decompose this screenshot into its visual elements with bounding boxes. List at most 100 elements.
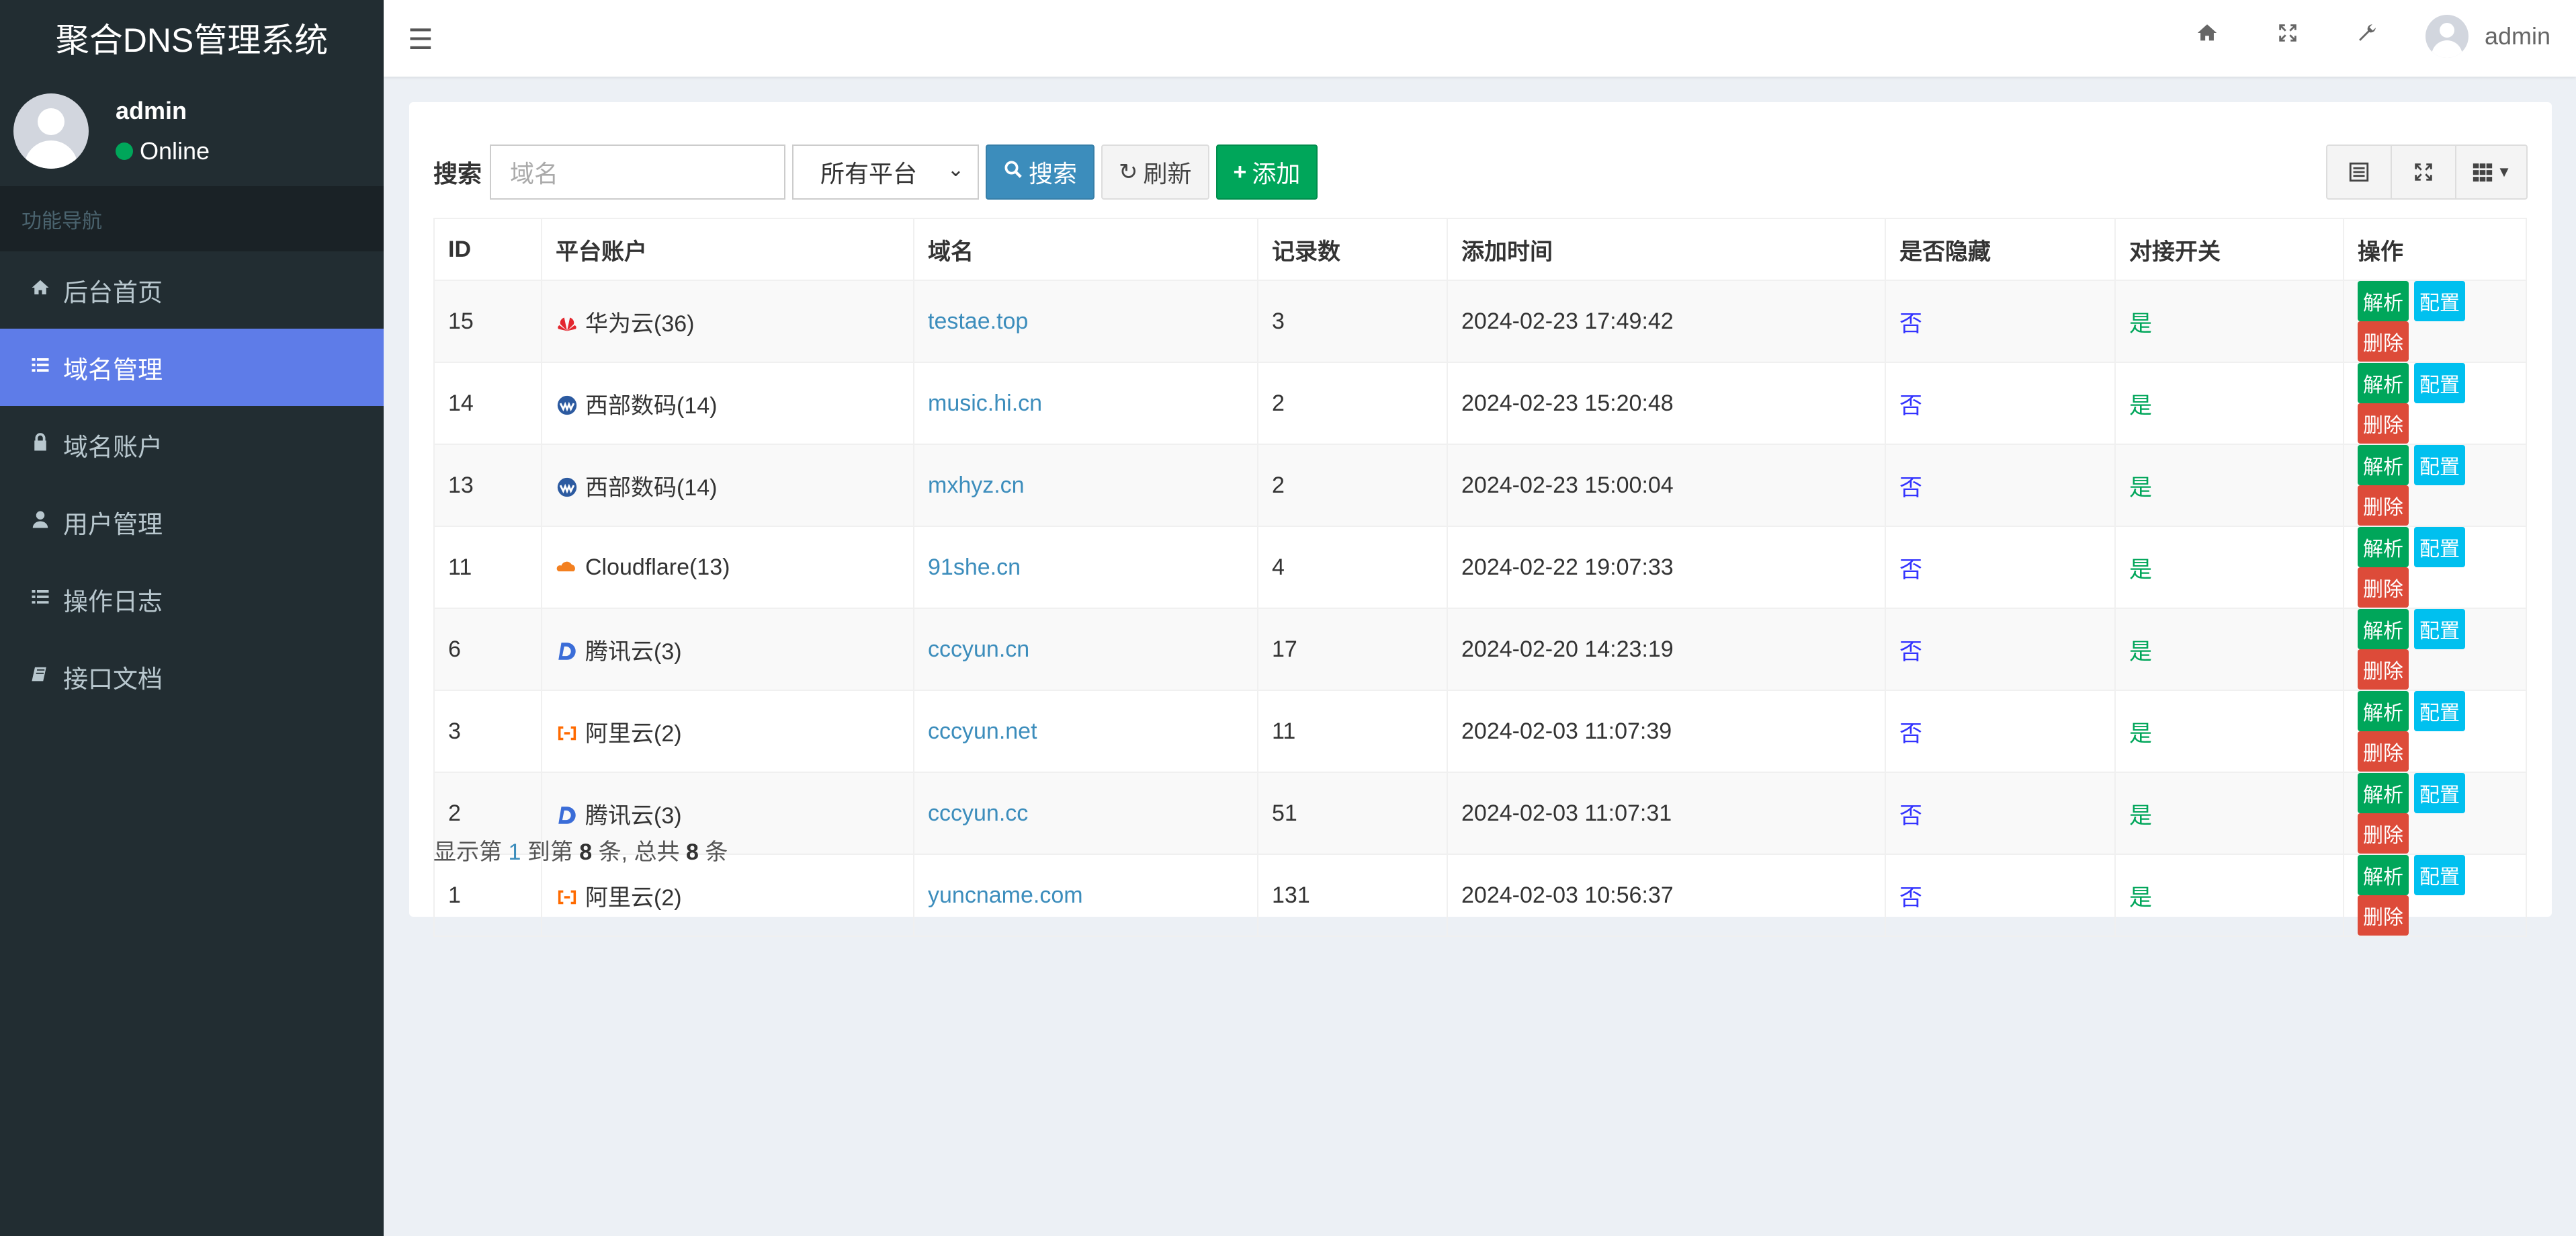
sidebar-item-2[interactable]: 域名管理	[0, 329, 384, 406]
sidebar-item-4[interactable]: 用户管理	[0, 483, 384, 561]
row-id: 6	[448, 636, 461, 662]
config-button[interactable]: 配置	[2414, 773, 2465, 813]
config-button[interactable]: 配置	[2414, 527, 2465, 567]
row-domain-link[interactable]: mxhyz.cn	[928, 472, 1025, 498]
resolve-button[interactable]: 解析	[2358, 609, 2409, 649]
table-tools: ▼	[2326, 145, 2528, 200]
config-button[interactable]: 配置	[2414, 363, 2465, 403]
row-domain-link[interactable]: 91she.cn	[928, 554, 1021, 580]
row-hidden-status: 否	[1899, 311, 1922, 337]
column-header[interactable]: ID	[433, 218, 542, 281]
table-row: 6 腾讯云(3) cccyun.cn 17 2024-02-20 14:23:19 否 是 解…	[433, 608, 2527, 691]
row-domain-link[interactable]: cccyun.net	[928, 718, 1037, 744]
table-header-row: ID 平台账户 域名 记录数 添加时间 是否隐藏 对接开关 操作	[433, 218, 2527, 281]
sidebar-item-label: 域名管理	[63, 356, 163, 384]
domain-list-card: 搜索 域名 所有平台 ⌄ 搜索 ↻ 刷新 + 添加 ▼ ID 平台账户 域名 记…	[409, 102, 2552, 937]
resolve-button[interactable]: 解析	[2358, 445, 2409, 485]
sidebar-item-5[interactable]: 操作日志	[0, 561, 384, 638]
list-icon	[28, 587, 52, 612]
pagination-summary: 显示第 1 到第 8 条, 总共 8 条	[433, 833, 728, 866]
add-button[interactable]: + 添加	[1215, 145, 1318, 200]
refresh-button[interactable]: ↻ 刷新	[1101, 145, 1209, 200]
header-username: admin	[2484, 22, 2550, 50]
delete-button[interactable]: 删除	[2358, 895, 2409, 936]
list-view-icon	[2349, 162, 2369, 182]
column-header[interactable]: 操作	[2343, 218, 2527, 281]
top-user-menu[interactable]: admin	[2425, 15, 2550, 58]
delete-button[interactable]: 删除	[2358, 813, 2409, 854]
row-hidden-status: 否	[1899, 557, 1922, 583]
row-hidden-status: 否	[1899, 802, 1922, 829]
refresh-button-label: 刷新	[1143, 160, 1192, 188]
summary-start: 1	[508, 839, 521, 865]
row-added-time: 2024-02-23 17:49:42	[1461, 308, 1674, 334]
resolve-button[interactable]: 解析	[2358, 363, 2409, 403]
row-switch-status: 是	[2129, 638, 2152, 665]
sidebar-item-3[interactable]: 域名账户	[0, 406, 384, 483]
delete-button[interactable]: 删除	[2358, 403, 2409, 444]
row-hidden-status: 否	[1899, 475, 1922, 501]
sidebar: 聚合DNS管理系统 admin Online 功能导航 后台首页 域名管理 域名账户…	[0, 0, 384, 1236]
fullscreen-button[interactable]	[2391, 146, 2455, 198]
column-header[interactable]: 平台账户	[541, 218, 914, 281]
resolve-button[interactable]: 解析	[2358, 527, 2409, 567]
row-domain-link[interactable]: cccyun.cn	[928, 636, 1029, 662]
delete-button[interactable]: 删除	[2358, 731, 2409, 772]
domain-search-input[interactable]: 域名	[490, 145, 786, 200]
config-button[interactable]: 配置	[2414, 855, 2465, 895]
column-header[interactable]: 添加时间	[1447, 218, 1886, 281]
platform-select-value: 所有平台	[820, 160, 918, 188]
column-header[interactable]: 域名	[913, 218, 1258, 281]
sidebar-item-label: 用户管理	[63, 510, 163, 538]
hamburger-icon[interactable]: ☰	[408, 23, 433, 56]
row-account: 阿里云(2)	[585, 720, 682, 747]
row-record-count: 17	[1272, 636, 1297, 662]
summary-total: 8	[686, 839, 699, 865]
row-domain-link[interactable]: cccyun.cc	[928, 800, 1028, 826]
aliyun-logo-icon	[556, 886, 578, 909]
summary-text: 条	[698, 839, 728, 865]
config-button[interactable]: 配置	[2414, 281, 2465, 321]
columns-button[interactable]: ▼	[2455, 146, 2526, 198]
resolve-button[interactable]: 解析	[2358, 281, 2409, 321]
table-row: 14 西部数码(14) music.hi.cn 2 2024-02-23 15:20:4…	[433, 362, 2527, 445]
caret-down-icon: ▼	[2497, 163, 2511, 180]
config-button[interactable]: 配置	[2414, 691, 2465, 731]
row-added-time: 2024-02-03 11:07:39	[1461, 718, 1672, 744]
row-id: 13	[448, 472, 474, 498]
row-domain-link[interactable]: yuncname.com	[928, 882, 1083, 908]
row-id: 1	[448, 882, 461, 908]
row-record-count: 3	[1272, 308, 1285, 334]
sidebar-item-1[interactable]: 后台首页	[0, 251, 384, 329]
wrench-icon[interactable]	[2356, 22, 2378, 51]
toggle-view-button[interactable]	[2327, 146, 2391, 198]
sidebar-item-label: 接口文档	[63, 665, 163, 693]
fullscreen-icon[interactable]	[2276, 22, 2299, 51]
delete-button[interactable]: 删除	[2358, 485, 2409, 526]
search-button[interactable]: 搜索	[986, 145, 1095, 200]
row-account: Cloudflare(13)	[585, 554, 730, 580]
row-account: 西部数码(14)	[585, 393, 718, 419]
column-header[interactable]: 对接开关	[2114, 218, 2344, 281]
user-status: Online	[116, 137, 210, 165]
sidebar-item-6[interactable]: 接口文档	[0, 638, 384, 715]
row-domain-link[interactable]: testae.top	[928, 308, 1028, 334]
column-header[interactable]: 是否隐藏	[1885, 218, 2116, 281]
platform-select[interactable]: 所有平台 ⌄	[792, 145, 980, 200]
delete-button[interactable]: 删除	[2358, 649, 2409, 690]
resolve-button[interactable]: 解析	[2358, 855, 2409, 895]
config-button[interactable]: 配置	[2414, 445, 2465, 485]
column-header[interactable]: 记录数	[1257, 218, 1448, 281]
home-icon[interactable]	[2196, 22, 2219, 51]
row-record-count: 2	[1272, 390, 1285, 416]
delete-button[interactable]: 删除	[2358, 567, 2409, 608]
status-label: Online	[140, 136, 210, 165]
resolve-button[interactable]: 解析	[2358, 773, 2409, 813]
row-added-time: 2024-02-23 15:20:48	[1461, 390, 1674, 416]
search-label: 搜索	[433, 160, 482, 188]
row-added-time: 2024-02-22 19:07:33	[1461, 554, 1674, 580]
row-domain-link[interactable]: music.hi.cn	[928, 390, 1042, 416]
resolve-button[interactable]: 解析	[2358, 691, 2409, 731]
delete-button[interactable]: 删除	[2358, 321, 2409, 362]
config-button[interactable]: 配置	[2414, 609, 2465, 649]
